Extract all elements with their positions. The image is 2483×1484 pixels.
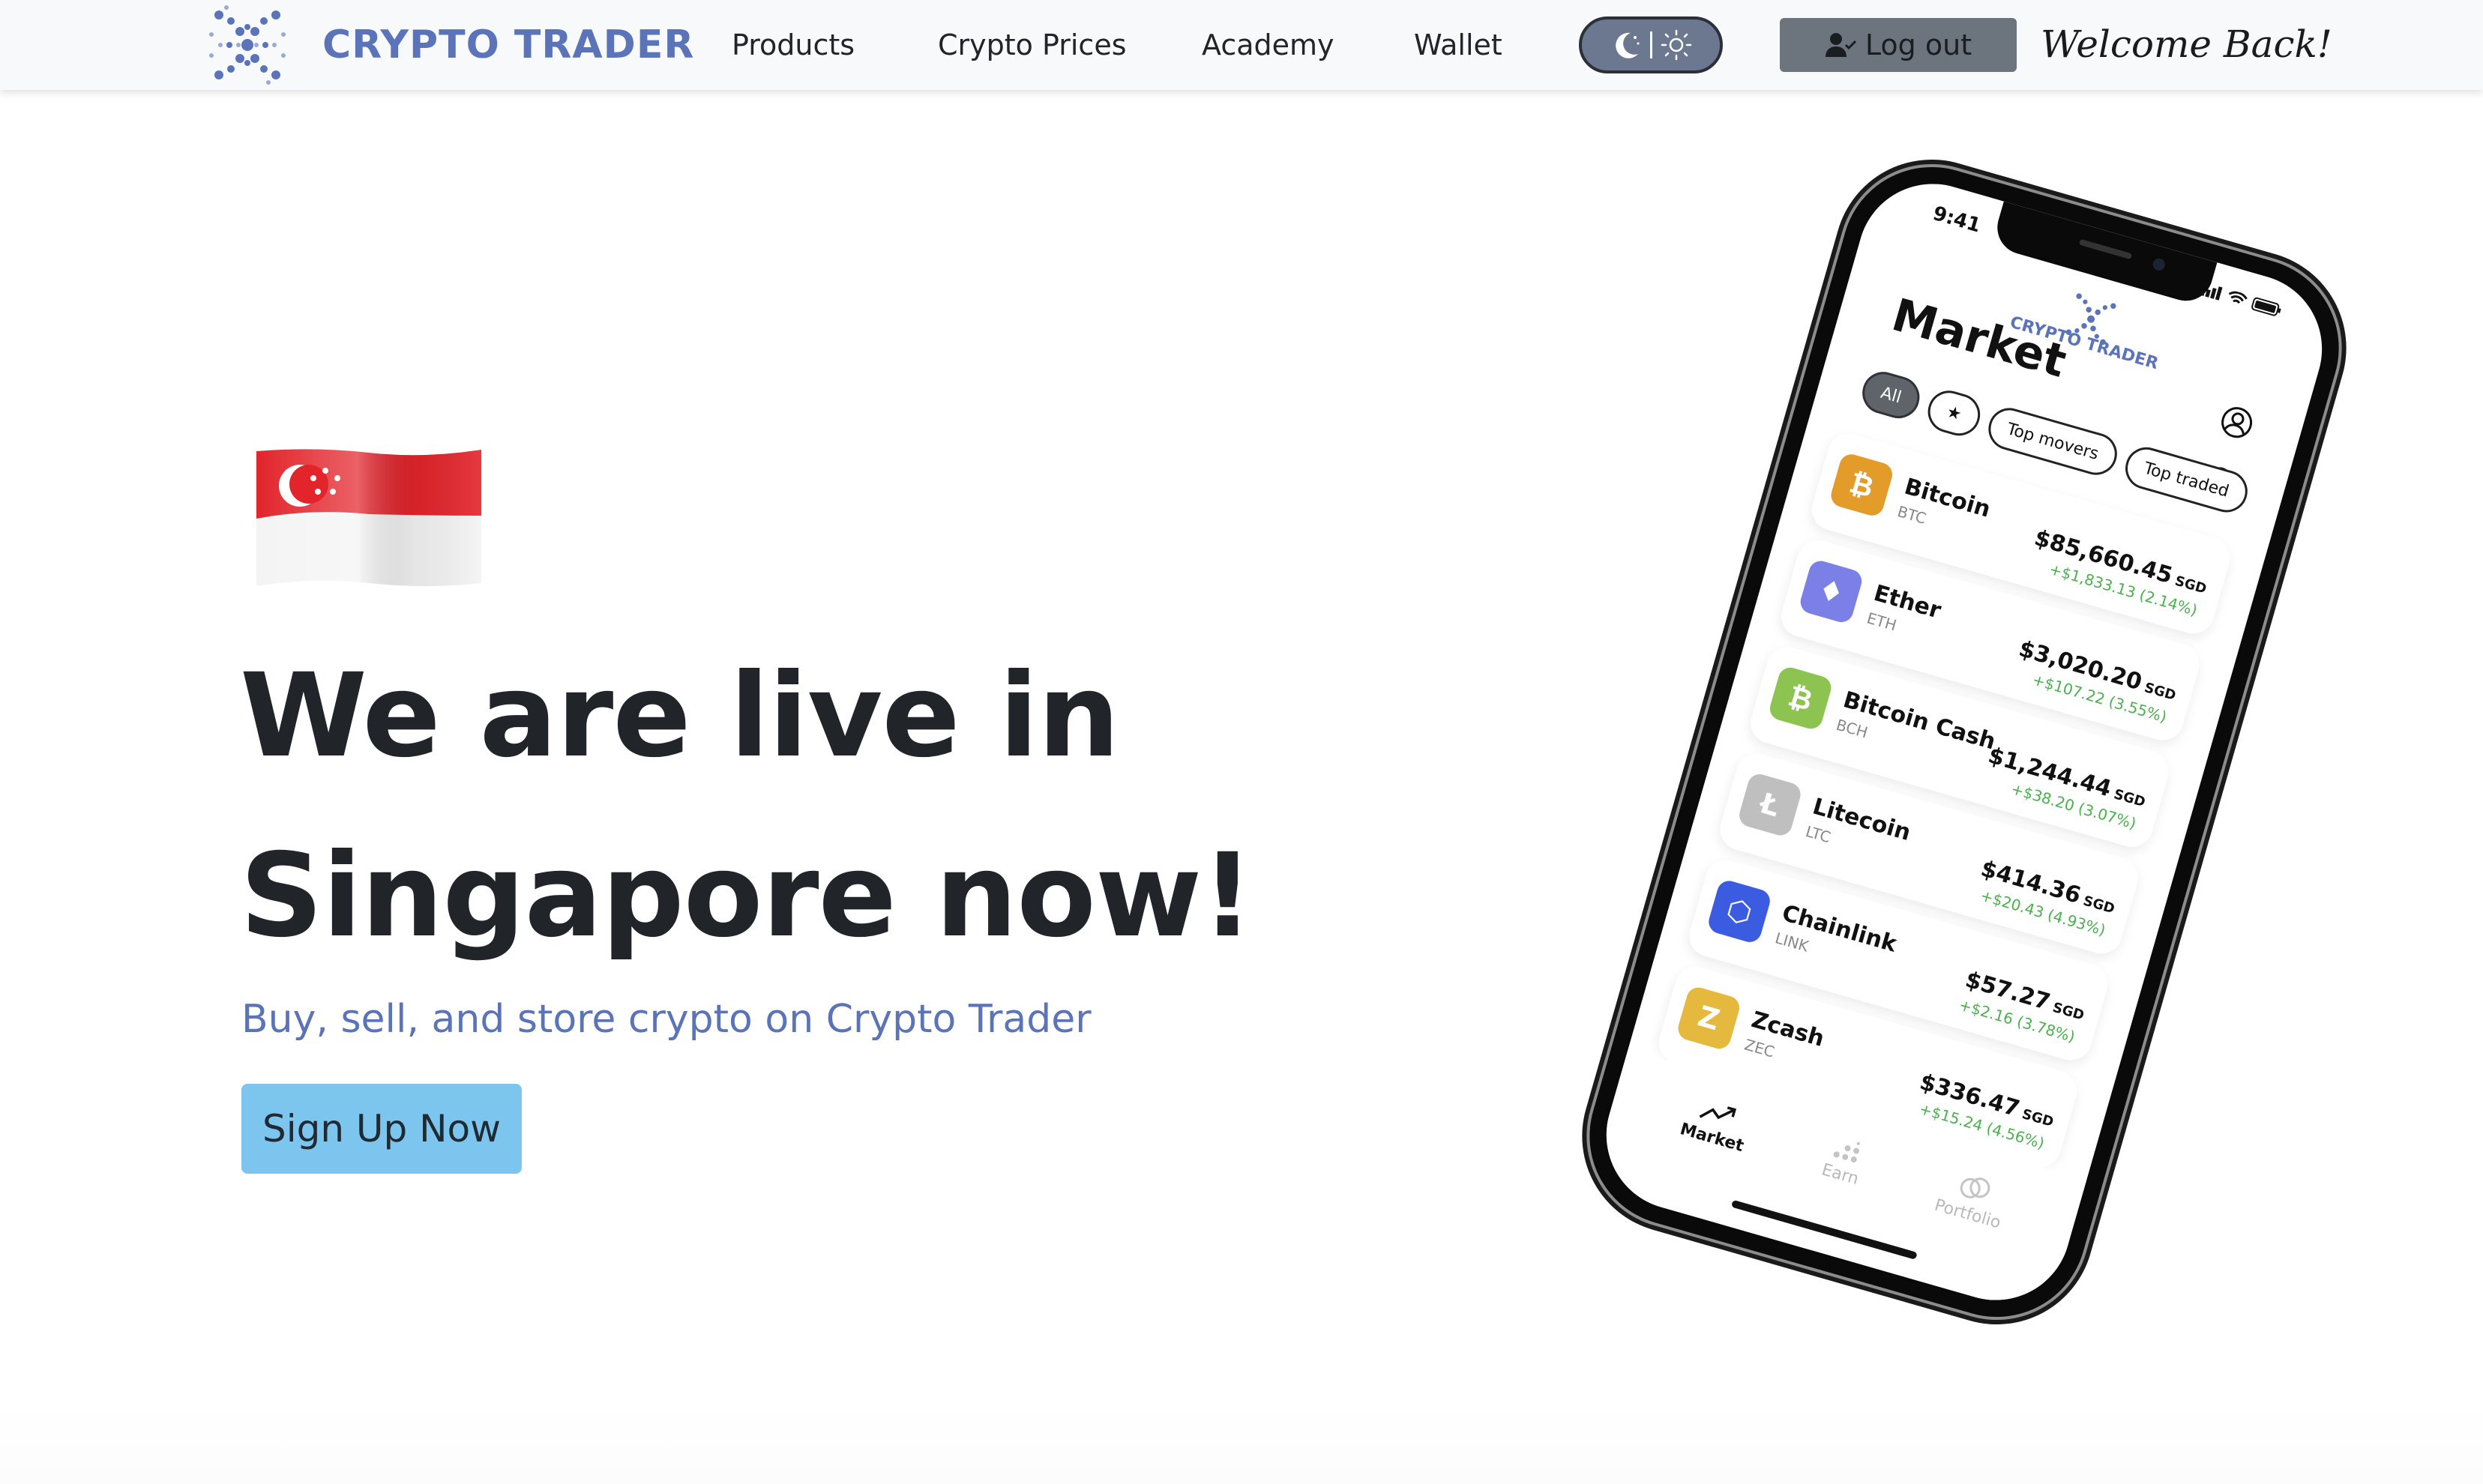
tab-label: Market (1678, 1120, 1746, 1156)
nav-link-academy[interactable]: Academy (1202, 25, 1334, 64)
litecoin-icon: Ł (1736, 771, 1804, 839)
user-check-icon (1825, 33, 1856, 57)
chip-favorites[interactable]: ★ (1923, 385, 1985, 441)
bitcoin-cash-icon: ₿ (1767, 665, 1835, 732)
hero-title: We are live in Singapore now! (240, 627, 1289, 986)
hero-title-line-2: Singapore now! (240, 829, 1253, 963)
tab-label: Portfolio (1932, 1195, 2003, 1233)
ether-icon: ♦ (1797, 558, 1864, 625)
tab-earn[interactable]: Earn (1780, 1123, 1908, 1201)
battery-icon (2251, 297, 2281, 316)
phone-frame: 9:41 CRYPTO TRADER Market All ★ Top move… (1568, 145, 2361, 1339)
coin-symbol: ZEC (1742, 1035, 1777, 1061)
tab-portfolio[interactable]: Portfolio (1907, 1160, 2036, 1240)
nav-link-products[interactable]: Products (732, 25, 855, 64)
phone-notch (1990, 201, 2218, 307)
coin-symbol: LTC (1803, 821, 1833, 847)
theme-toggle[interactable] (1579, 16, 1723, 73)
coin-list: ₿ Bitcoin BTC $85,660.45SGD +$1,833.13 (… (1651, 428, 2235, 1183)
moon-icon (1615, 32, 1639, 58)
section-divider (0, 1402, 2483, 1484)
signal-icon (2200, 286, 2223, 301)
chip-all[interactable]: All (1857, 367, 1925, 423)
coin-symbol: BCH (1834, 715, 1870, 742)
tab-market[interactable]: Market (1652, 1087, 1780, 1164)
nav-link-wallet[interactable]: Wallet (1414, 25, 1502, 64)
chip-top-traded[interactable]: Top traded (2120, 442, 2253, 518)
coin-symbol: BTC (1895, 502, 1929, 528)
status-time: 9:41 (1930, 202, 1984, 238)
brand-link[interactable]: CRYPTO TRADER (205, 4, 694, 85)
status-icons (2200, 282, 2284, 318)
nav-link-crypto-prices[interactable]: Crypto Prices (938, 25, 1127, 64)
chainlink-icon: ⬡ (1706, 878, 1773, 945)
trend-icon (1699, 1106, 1737, 1120)
rings-icon (1960, 1177, 1990, 1198)
dots-icon (1833, 1141, 1860, 1162)
navbar: CRYPTO TRADER Products Crypto Prices Aca… (0, 0, 2483, 90)
chip-top-movers[interactable]: Top movers (1983, 402, 2122, 480)
home-indicator (1730, 1199, 1918, 1260)
toggle-divider (1649, 31, 1652, 58)
hero-subtitle: Buy, sell, and store crypto on Crypto Tr… (241, 997, 1092, 1042)
market-title: Market (1886, 289, 2072, 388)
hero-title-line-1: We are live in (240, 649, 1120, 783)
phone-mockup: 9:41 CRYPTO TRADER Market All ★ Top move… (1568, 145, 2361, 1339)
coin-symbol: ETH (1864, 609, 1899, 635)
zcash-icon: Z (1675, 984, 1742, 1052)
phone-screen: 9:41 CRYPTO TRADER Market All ★ Top move… (1589, 166, 2340, 1318)
bitcoin-icon: ₿ (1828, 451, 1895, 519)
welcome-message: Welcome Back! (2041, 22, 2332, 66)
sign-up-button[interactable]: Sign Up Now (241, 1084, 522, 1174)
wifi-icon (2228, 291, 2248, 304)
brand-logo-icon (209, 5, 286, 85)
brand-name: CRYPTO TRADER (322, 22, 695, 67)
coin-name: Bitcoin Cash (1840, 687, 1999, 755)
logout-label: Log out (1864, 28, 1972, 61)
tab-label: Earn (1820, 1160, 1861, 1189)
logout-button[interactable]: Log out (1780, 18, 2017, 72)
profile-icon[interactable] (2216, 402, 2257, 442)
sun-icon (1661, 29, 1691, 61)
singapore-flag-icon (256, 449, 481, 586)
